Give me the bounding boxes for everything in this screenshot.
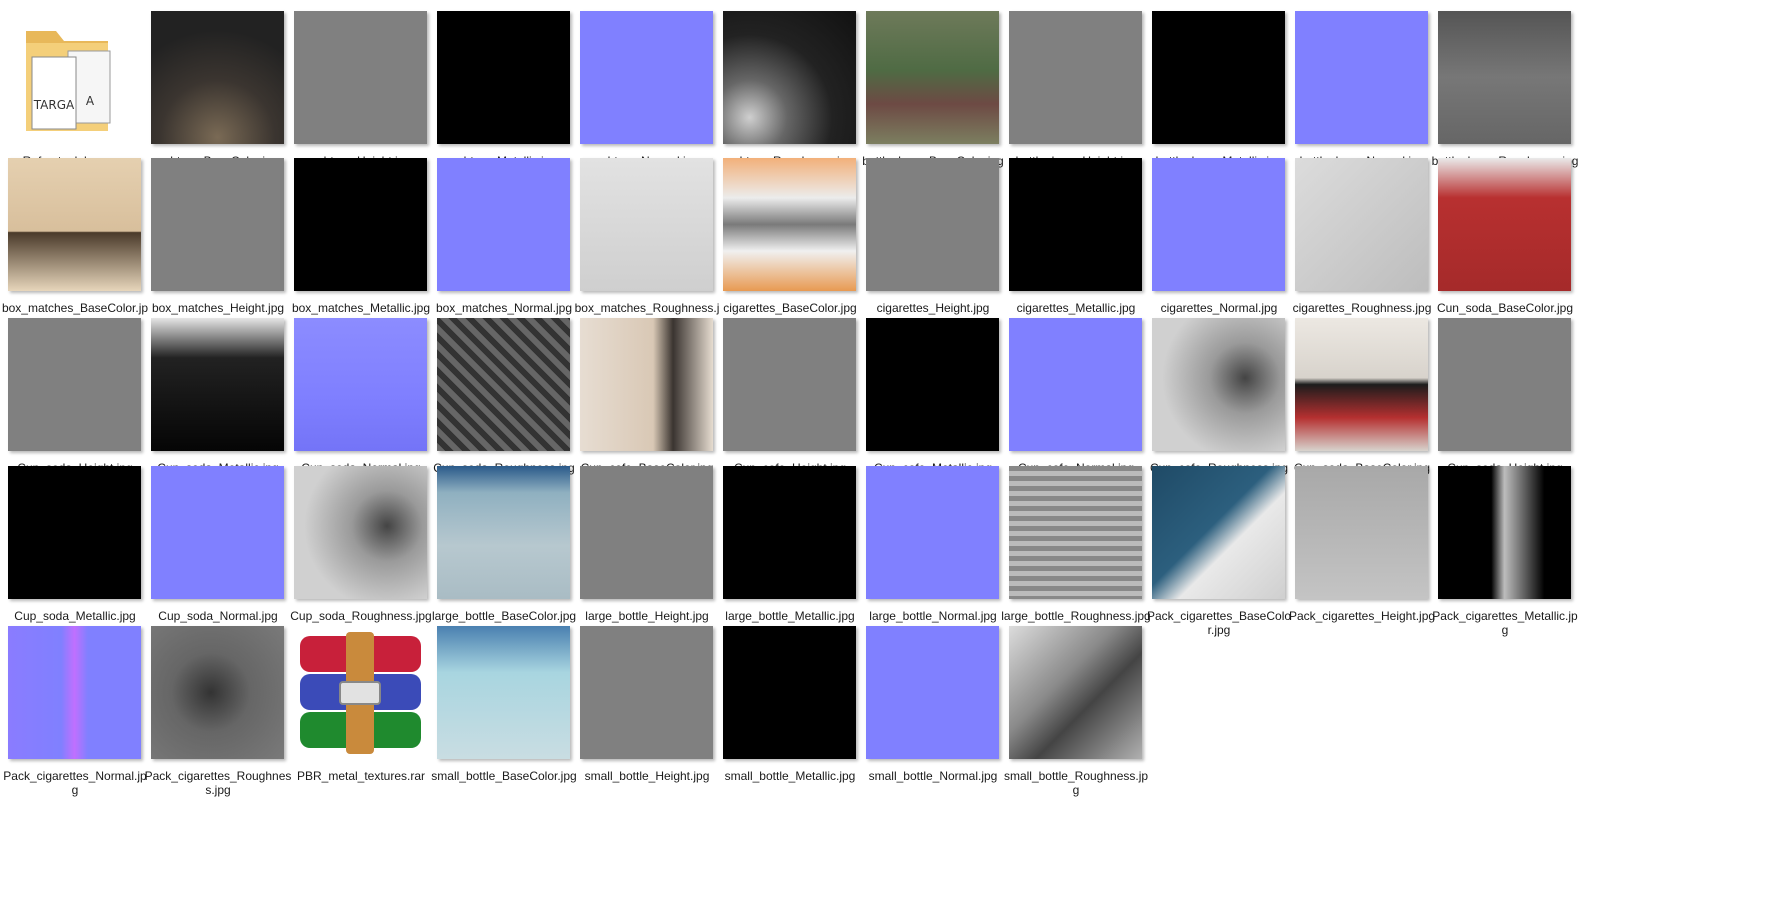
file-grid: TARGA A Refract_alpha_mapashtray_BaseCol… [0,0,1768,920]
file-name-label: small_bottle_Metallic.jpg [724,769,856,783]
image-thumbnail [723,318,856,451]
file-name-label: large_bottle_Roughness.jpg [1001,609,1151,623]
image-thumbnail [1152,318,1285,451]
file-name-label: Pack_cigarettes_Normal.jpg [3,769,147,797]
image-thumbnail [437,158,570,291]
image-thumbnail [294,466,427,599]
file-name-label: cigarettes_Metallic.jpg [1016,301,1136,315]
image-thumbnail [580,466,713,599]
file-name-label: Pack_cigarettes_Metallic.jpg [1432,609,1578,637]
image-thumbnail [1295,466,1428,599]
image-thumbnail [437,626,570,759]
image-thumbnail [437,11,570,144]
image-thumbnail [8,626,141,759]
image-thumbnail [866,318,999,451]
image-thumbnail [723,11,856,144]
file-name-label: box_matches_Height.jpg [151,301,285,315]
file-name-label: Cun_soda_BaseColor.jpg [1436,301,1574,315]
file-name-label: small_bottle_Height.jpg [584,769,710,783]
image-thumbnail [1438,466,1571,599]
file-name-label: cigarettes_Height.jpg [876,301,990,315]
image-thumbnail [723,158,856,291]
file-name-label: large_bottle_Height.jpg [585,609,709,623]
image-thumbnail [294,318,427,451]
image-thumbnail [580,626,713,759]
file-name-label: Pack_cigarettes_Roughness.jpg [144,769,292,797]
winrar-archive-icon [294,626,427,759]
file-name-label: large_bottle_Normal.jpg [869,609,997,623]
file-name-label: small_bottle_Roughness.jpg [1003,769,1149,797]
image-thumbnail [1009,11,1142,144]
image-thumbnail [1438,11,1571,144]
image-thumbnail [580,11,713,144]
file-name-label: Cup_soda_Roughness.jpg [290,609,432,623]
image-thumbnail [1009,158,1142,291]
image-thumbnail [1152,158,1285,291]
svg-text:A: A [86,94,95,108]
file-name-label: box_matches_Normal.jpg [435,301,573,315]
image-thumbnail [8,466,141,599]
image-thumbnail [1152,466,1285,599]
image-thumbnail [723,626,856,759]
file-name-label: small_bottle_Normal.jpg [868,769,998,783]
image-thumbnail [1295,11,1428,144]
image-thumbnail [1009,466,1142,599]
file-name-label: Cup_soda_Normal.jpg [158,609,278,623]
file-name-label: Pack_cigarettes_Height.jpg [1288,609,1436,623]
file-name-label: cigarettes_Normal.jpg [1160,301,1278,315]
image-thumbnail [1152,11,1285,144]
image-thumbnail [1295,158,1428,291]
file-name-label: small_bottle_BaseColor.jpg [431,769,577,783]
image-thumbnail [151,466,284,599]
file-name-label: box_matches_Metallic.jpg [291,301,431,315]
file-name-label: cigarettes_Roughness.jpg [1292,301,1432,315]
image-thumbnail [866,466,999,599]
image-thumbnail [866,11,999,144]
image-thumbnail [151,626,284,759]
image-thumbnail [437,466,570,599]
image-thumbnail [580,318,713,451]
file-name-label: cigarettes_BaseColor.jpg [723,301,857,315]
file-name-label: Pack_cigarettes_BaseColor.jpg [1146,609,1292,637]
folder-icon: TARGA A [8,11,141,144]
image-thumbnail [8,158,141,291]
image-thumbnail [151,11,284,144]
image-thumbnail [1438,158,1571,291]
image-thumbnail [437,318,570,451]
image-thumbnail [723,466,856,599]
image-thumbnail [294,11,427,144]
image-thumbnail [580,158,713,291]
file-name-label: PBR_metal_textures.rar [296,769,426,783]
image-thumbnail [866,626,999,759]
image-thumbnail [8,318,141,451]
file-name-label: large_bottle_Metallic.jpg [725,609,855,623]
image-thumbnail [151,318,284,451]
image-thumbnail [866,158,999,291]
file-name-label: Cup_soda_Metallic.jpg [14,609,136,623]
image-thumbnail [1009,318,1142,451]
svg-text:TARGA: TARGA [33,98,75,112]
image-thumbnail [294,158,427,291]
file-name-label: large_bottle_BaseColor.jpg [431,609,577,623]
image-thumbnail [151,158,284,291]
image-thumbnail [1438,318,1571,451]
image-thumbnail [1009,626,1142,759]
image-thumbnail [1295,318,1428,451]
